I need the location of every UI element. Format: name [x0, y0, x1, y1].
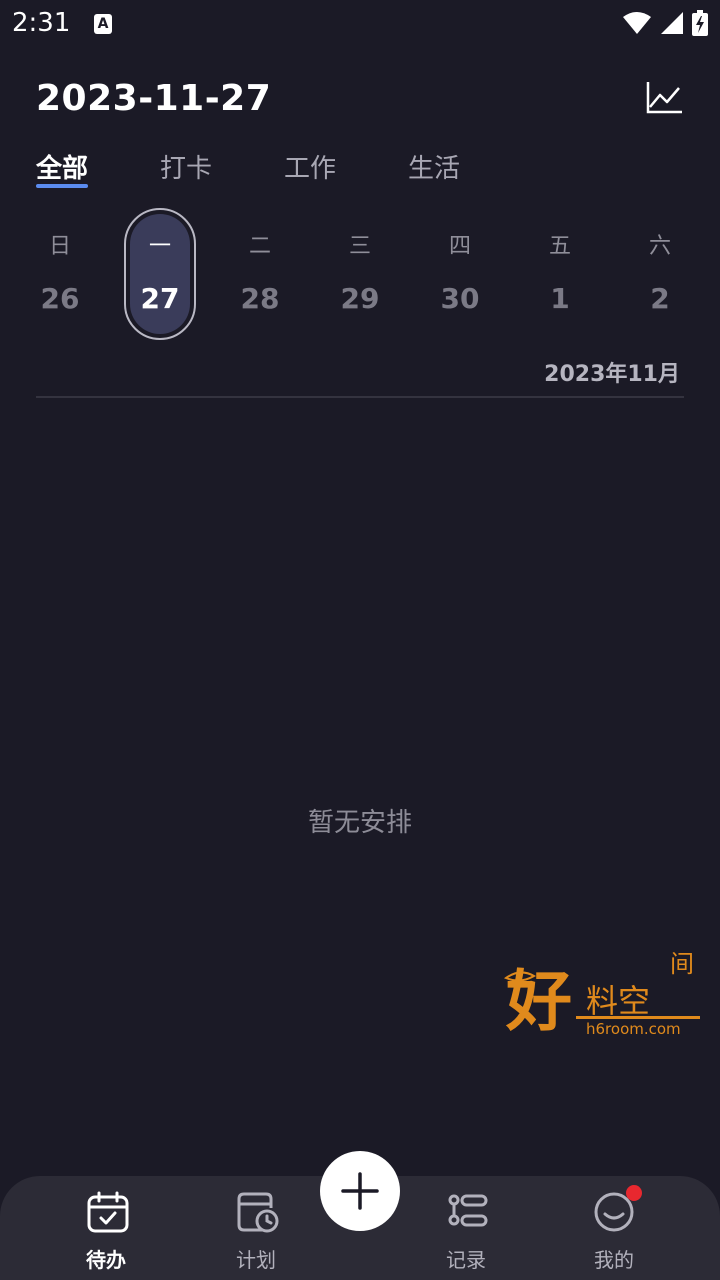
cell-signal-icon — [661, 12, 683, 34]
weekday-label: 日 — [48, 234, 71, 259]
day-number: 1 — [550, 282, 570, 315]
weekday-label: 五 — [548, 234, 571, 259]
watermark-logo: 好 料空 间 h6room.com — [503, 950, 700, 1040]
watermark-domain: h6room.com — [586, 1020, 681, 1038]
day-tuesday[interactable]: 二 28 — [210, 208, 310, 340]
day-wednesday[interactable]: 三 29 — [310, 208, 410, 340]
statistics-button[interactable] — [644, 80, 684, 116]
plus-icon — [341, 1172, 379, 1210]
day-number: 2 — [650, 282, 670, 315]
month-label[interactable]: 2023年11月 — [544, 356, 680, 388]
day-number: 26 — [40, 282, 80, 315]
weekday-label: 二 — [248, 234, 271, 259]
nav-item-me[interactable]: 我的 — [554, 1176, 674, 1280]
nav-item-plan[interactable]: 计划 — [196, 1176, 316, 1280]
calendar-check-icon — [87, 1191, 129, 1233]
status-icons — [622, 10, 708, 36]
screen: 2:31 A 2023-11-27 全部 打卡 工作 生活 日 26 一 27 … — [0, 0, 720, 1280]
tab-label: 工作 — [284, 154, 337, 184]
day-saturday[interactable]: 六 2 — [610, 208, 710, 340]
notification-badge-dot — [626, 1185, 642, 1201]
page-title-date: 2023-11-27 — [36, 78, 272, 119]
watermark-big-char: 好 — [505, 963, 572, 1040]
nav-label: 记录 — [446, 1248, 486, 1272]
day-number: 28 — [240, 282, 280, 315]
day-number: 29 — [340, 282, 380, 315]
day-number: 30 — [440, 282, 480, 315]
schedule-clock-icon — [237, 1192, 279, 1233]
add-task-button[interactable] — [320, 1151, 400, 1231]
tab-active-indicator — [36, 184, 88, 188]
nav-label: 我的 — [594, 1248, 634, 1272]
tab-label: 打卡 — [160, 154, 213, 184]
battery-charging-icon — [692, 10, 708, 36]
day-number: 27 — [140, 282, 180, 315]
day-thursday[interactable]: 四 30 — [410, 208, 510, 340]
records-list-icon — [448, 1194, 488, 1227]
tab-check-in[interactable]: 打卡 — [160, 148, 212, 185]
weekday-label: 四 — [448, 234, 471, 259]
tab-label: 全部 — [36, 154, 89, 184]
day-monday-selected[interactable]: 一 27 — [110, 208, 210, 340]
watermark-chars: 料空 — [586, 982, 650, 1020]
watermark-top-char: 间 — [670, 950, 694, 978]
tab-life[interactable]: 生活 — [408, 148, 460, 185]
tab-label: 生活 — [408, 154, 461, 184]
nav-label: 计划 — [236, 1248, 276, 1272]
day-sunday[interactable]: 日 26 — [10, 208, 110, 340]
nav-item-todo[interactable]: 待办 — [46, 1176, 166, 1280]
divider — [36, 396, 684, 398]
line-chart-icon — [646, 82, 682, 114]
weekday-label: 一 — [148, 234, 171, 259]
accessibility-a-icon: A — [94, 14, 112, 34]
weekday-label: 六 — [648, 234, 671, 259]
weekday-label: 三 — [348, 234, 371, 259]
day-friday[interactable]: 五 1 — [510, 208, 610, 340]
nav-label: 待办 — [86, 1248, 126, 1272]
tab-work[interactable]: 工作 — [284, 148, 336, 185]
nav-item-record[interactable]: 记录 — [406, 1176, 526, 1280]
empty-state-text: 暂无安排 — [307, 808, 412, 838]
status-bar: 2:31 A — [0, 0, 720, 50]
wifi-icon — [623, 12, 651, 34]
status-time: 2:31 — [12, 8, 71, 38]
tab-all[interactable]: 全部 — [36, 148, 89, 188]
week-strip: 日 26 一 27 二 28 三 29 四 30 五 1 六 2 — [0, 208, 720, 340]
